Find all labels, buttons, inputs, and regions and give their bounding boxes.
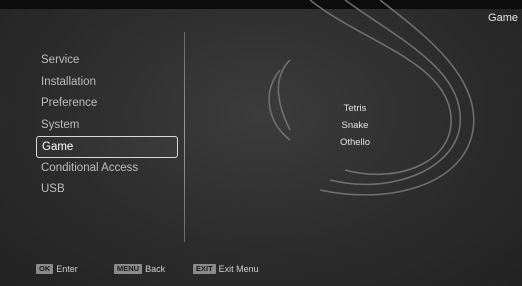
tv-menu-screen: Game Service Installation Preference Sys… bbox=[0, 0, 522, 286]
game-item-tetris[interactable]: Tetris bbox=[300, 100, 410, 117]
menu-item-preference[interactable]: Preference bbox=[36, 93, 178, 115]
menu-item-installation[interactable]: Installation bbox=[36, 72, 178, 94]
menu-item-usb[interactable]: USB bbox=[36, 179, 178, 201]
menu-item-system[interactable]: System bbox=[36, 115, 178, 137]
game-item-othello[interactable]: Othello bbox=[300, 134, 410, 151]
page-title: Game bbox=[488, 12, 518, 24]
menu-item-game[interactable]: Game bbox=[36, 136, 178, 158]
hint-exit[interactable]: EXIT Exit Menu bbox=[193, 264, 259, 274]
exit-key-icon: EXIT bbox=[193, 264, 216, 274]
menu-divider bbox=[184, 32, 185, 242]
menu-key-icon: MENU bbox=[114, 264, 143, 274]
hint-exit-label: Exit Menu bbox=[218, 264, 259, 274]
main-menu: Service Installation Preference System G… bbox=[36, 50, 178, 201]
game-item-snake[interactable]: Snake bbox=[300, 117, 410, 134]
hint-ok-label: Enter bbox=[56, 264, 78, 274]
ok-key-icon: OK bbox=[36, 264, 54, 274]
game-list: Tetris Snake Othello bbox=[300, 100, 410, 151]
hint-menu-label: Back bbox=[145, 264, 166, 274]
menu-item-service[interactable]: Service bbox=[36, 50, 178, 72]
footer-hints: OK Enter MENU Back EXIT Exit Menu bbox=[0, 264, 522, 278]
hint-menu[interactable]: MENU Back bbox=[114, 264, 165, 274]
menu-item-conditional-access[interactable]: Conditional Access bbox=[36, 158, 178, 180]
hint-ok[interactable]: OK Enter bbox=[36, 264, 78, 274]
